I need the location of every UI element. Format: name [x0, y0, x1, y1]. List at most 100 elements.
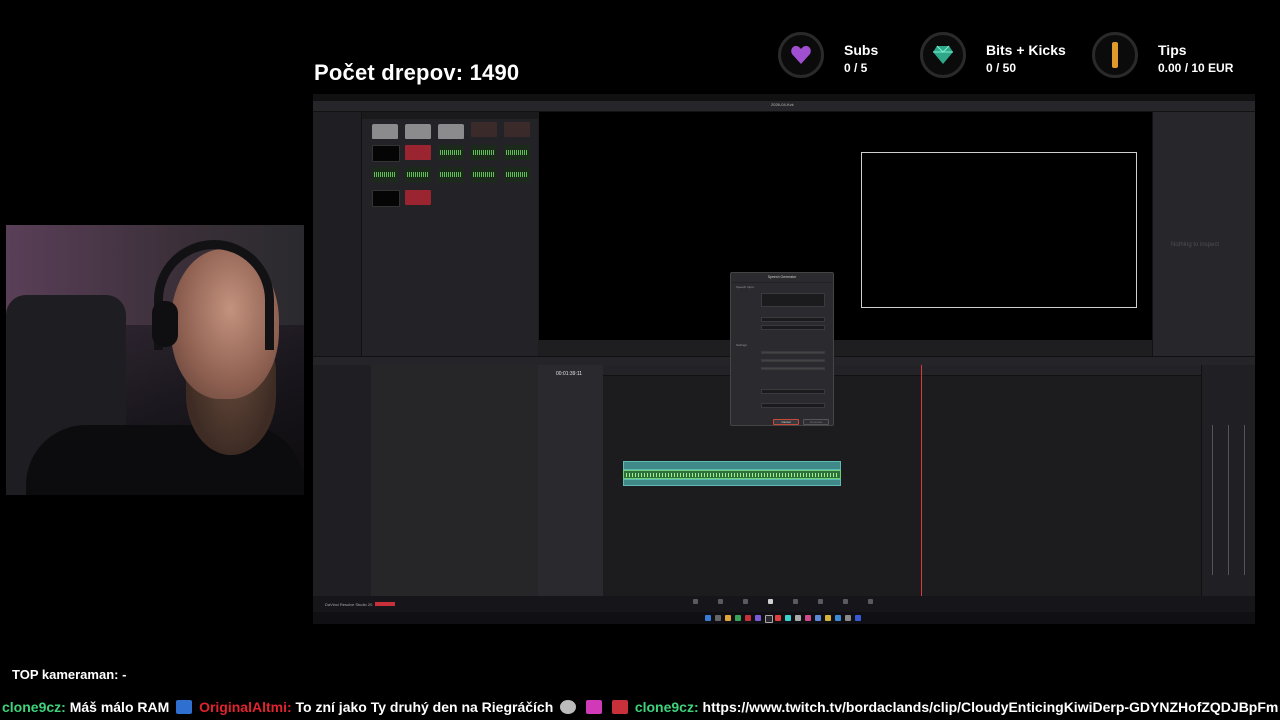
edit-page-icon[interactable] [743, 599, 748, 604]
gem-icon [920, 32, 966, 78]
speed-slider[interactable] [761, 351, 825, 354]
video-thumb[interactable] [405, 190, 431, 205]
settings-label: Settings [736, 343, 747, 347]
goal-name: Bits + Kicks [986, 42, 1066, 58]
fusion-page-icon[interactable] [793, 599, 798, 604]
goal-name: Tips [1158, 42, 1187, 58]
app-label: DaVinci Resolve Studio 20 [325, 602, 373, 607]
chat-user: OriginalAltmi: [199, 699, 292, 715]
audio-track-field[interactable] [761, 403, 825, 408]
heart-emote-icon [586, 700, 603, 714]
pitch-slider[interactable] [761, 367, 825, 370]
calendar-emote-icon [611, 700, 628, 714]
timeline-area[interactable] [603, 365, 1201, 596]
viewer[interactable] [539, 112, 1152, 340]
chat-user: clone9cz: [2, 699, 66, 715]
audio-clip[interactable] [623, 470, 841, 479]
webcam-feed [6, 225, 304, 495]
headphone-cup [152, 301, 178, 347]
inspector-hint: Nothing to inspect [1171, 242, 1220, 248]
viewer-controls[interactable] [539, 340, 1152, 356]
deliver-page-icon[interactable] [868, 599, 873, 604]
app-icon[interactable] [785, 615, 791, 621]
app-icon[interactable] [775, 615, 781, 621]
fairlight-audio-page-icon[interactable] [843, 599, 848, 604]
media-page-icon[interactable] [693, 599, 698, 604]
folder-thumb[interactable] [405, 124, 431, 139]
video-thumb[interactable] [405, 145, 431, 160]
goal-name: Subs [844, 42, 879, 58]
video-thumb[interactable] [372, 190, 400, 207]
goal-value: 0.00 / 10 EUR [1158, 61, 1234, 75]
video-thumb[interactable] [471, 122, 497, 137]
fader[interactable] [1212, 425, 1213, 575]
fairlight-page-icon[interactable] [768, 599, 773, 604]
viewer-frame [861, 152, 1137, 308]
speech-generator-dialog[interactable]: Speech Generator Speech Input Settings C… [730, 272, 834, 426]
timeline-side-panel [313, 365, 538, 596]
folder-thumb[interactable] [438, 124, 464, 139]
menu-bar[interactable] [313, 94, 1255, 101]
app-icon[interactable] [845, 615, 851, 621]
cat-emote-icon [176, 700, 193, 714]
fader[interactable] [1228, 425, 1229, 575]
audio-thumb[interactable] [372, 167, 398, 182]
track-headers[interactable]: 00:01:39:11 [538, 365, 604, 596]
audio-mixer[interactable] [1201, 365, 1255, 596]
bins-panel[interactable] [313, 112, 362, 356]
timecode: 00:01:39:11 [556, 371, 583, 377]
file-field[interactable] [761, 325, 825, 330]
app-icon[interactable] [855, 615, 861, 621]
video-thumb[interactable] [504, 122, 530, 137]
playhead[interactable] [921, 365, 922, 596]
resolve-icon[interactable] [765, 615, 773, 623]
speech-text-field[interactable] [761, 293, 825, 307]
fader[interactable] [1244, 425, 1245, 575]
app-icon[interactable] [795, 615, 801, 621]
audio-thumb[interactable] [504, 145, 530, 160]
media-pool-header [362, 112, 538, 119]
color-page-icon[interactable] [818, 599, 823, 604]
cut-page-icon[interactable] [718, 599, 723, 604]
audio-thumb[interactable] [438, 167, 464, 182]
chat-message: Máš málo RAM [69, 699, 170, 715]
app-icon[interactable] [745, 615, 751, 621]
audio-thumb[interactable] [504, 167, 530, 182]
folder-thumb[interactable] [372, 124, 398, 139]
audio-thumb[interactable] [471, 167, 497, 182]
app-icon[interactable] [805, 615, 811, 621]
subtitle-clip[interactable] [623, 479, 841, 486]
beta-badge [375, 602, 395, 606]
speech-input-label: Speech Input [736, 285, 754, 289]
app-icon[interactable] [825, 615, 831, 621]
variation-slider[interactable] [761, 359, 825, 362]
timeline-list [371, 365, 538, 596]
dialog-title: Speech Generator [731, 273, 833, 283]
top-cameraman: TOP kameraman: - [12, 667, 127, 682]
audio-thumb[interactable] [405, 167, 431, 182]
video-thumb[interactable] [372, 145, 400, 162]
start-icon[interactable] [705, 615, 711, 621]
video-clip[interactable] [623, 461, 841, 470]
app-icon[interactable] [815, 615, 821, 621]
project-date: 2026-04-Kvk [771, 102, 794, 107]
browser-icon[interactable] [735, 615, 741, 621]
voice-field[interactable] [761, 317, 825, 322]
cancel-button[interactable]: Cancel [773, 419, 799, 425]
purple-heart-icon [778, 32, 824, 78]
app-icon[interactable] [755, 615, 761, 621]
app-icon[interactable] [835, 615, 841, 621]
toolbar: 2026-04-Kvk [313, 101, 1255, 112]
file-name-field[interactable] [761, 389, 825, 394]
folder-icon[interactable] [725, 615, 731, 621]
search-icon[interactable] [715, 615, 721, 621]
audio-thumb[interactable] [438, 145, 464, 160]
timeline-ruler[interactable] [603, 365, 1201, 376]
media-pool[interactable] [362, 112, 538, 356]
generate-button[interactable]: Generate [803, 419, 829, 425]
goal-value: 0 / 50 [986, 61, 1017, 75]
inspector-panel: Nothing to inspect [1152, 112, 1255, 356]
chat-message: To zní jako Ty druhý den na Riegráčích [295, 699, 554, 715]
audio-thumb[interactable] [471, 145, 497, 160]
squat-counter: Počet drepov: 1490 [314, 60, 520, 85]
